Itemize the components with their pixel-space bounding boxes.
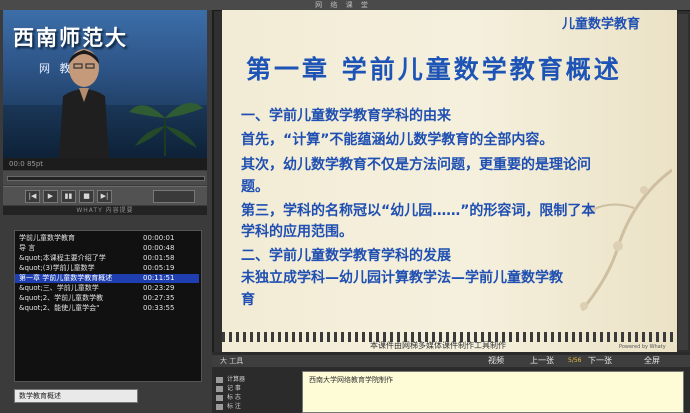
next-button[interactable]: ▶| <box>97 190 112 203</box>
volume-slider[interactable] <box>153 190 195 203</box>
list-item-title: &quot;(3)学前儿童数学 <box>19 264 95 272</box>
slide-line: 未独立成学科—幼儿园计算教学法—学前儿童数学教 <box>241 270 563 286</box>
slide-line: 学科的应用范围。 <box>241 224 353 240</box>
slide-line: 第三，学科的名称冠以“幼儿园……”的形容词，限制了本 <box>241 203 596 219</box>
tool-buttons: 计算器 记 事 标 志 标 注 <box>216 372 290 410</box>
stop-button[interactable]: ■ <box>79 190 94 203</box>
slide-line: 首先，“计算”不能蕴涵幼儿数学教育的全部内容。 <box>241 132 554 148</box>
list-item-time: 00:00:01 <box>143 234 175 242</box>
list-item-title: 导 言 <box>19 244 36 252</box>
list-item[interactable]: 学前儿童数学教育 00:00:01 <box>15 234 199 243</box>
calculator-label: 计算器 <box>227 376 246 383</box>
list-item-title: 学前儿童数学教育 <box>19 234 75 242</box>
annotate-label: 标 注 <box>227 403 241 410</box>
list-item[interactable]: 导 言 00:00:48 <box>15 244 199 253</box>
list-item-title: &quot;2、学前儿童数学教 <box>19 294 104 302</box>
list-item-time: 00:01:58 <box>143 254 175 262</box>
annotate-button[interactable]: 标 注 <box>216 403 286 411</box>
notes-button[interactable]: 记 事 <box>216 385 286 393</box>
presenter-image <box>59 49 109 158</box>
note-box[interactable]: 西南大学网络教育学院制作 <box>302 371 684 413</box>
playback-controls: |◀ ▶ ▮▮ ■ ▶| <box>3 186 207 205</box>
bottom-toolbar: 大 工具 视频 上一张 5/56 下一张 全屏 <box>212 355 690 367</box>
notes-icon <box>216 385 223 392</box>
section-field-text: 数学教育概述 <box>19 392 61 400</box>
play-button[interactable]: ▶ <box>43 190 58 203</box>
annotate-icon <box>216 403 223 410</box>
slide: 儿童数学教育 第一章 学前儿童数学教育概述 一、学前儿童数学教育学科的由来 首先… <box>222 10 677 352</box>
section-field[interactable]: 数学教育概述 <box>14 389 138 403</box>
video-player[interactable]: 西南师范大 网 教育学 <box>3 10 207 158</box>
list-item-title: 第一章 学前儿童数学教育概述 <box>19 274 113 282</box>
contents-list: 学前儿童数学教育 00:00:01 导 言 00:00:48 &quot;本课程… <box>14 230 202 382</box>
video-status-text: 00:0 85pt <box>9 160 44 168</box>
list-item[interactable]: &quot;2、学前儿童数学教 00:27:35 <box>15 294 199 303</box>
slide-line: 一、学前儿童数学教育学科的由来 <box>241 108 451 124</box>
list-item[interactable]: &quot;2、能使儿童学会“ 00:33:55 <box>15 304 199 313</box>
plant-image <box>129 102 203 156</box>
tools-label: 大 工具 <box>220 357 244 365</box>
prev-slide-button[interactable]: 上一张 <box>530 355 554 367</box>
list-item-title: &quot;三、学前儿童数学 <box>19 284 99 292</box>
window-title: 网 络 课 堂 <box>315 1 371 9</box>
slide-title: 第一章 学前儿童数学教育概述 <box>246 55 622 84</box>
video-status: 00:0 85pt <box>3 158 207 170</box>
list-item[interactable]: &quot;本课程主要介绍了学 00:01:58 <box>15 254 199 263</box>
list-item-time: 00:33:55 <box>143 304 175 312</box>
slide-corner-label: 儿童数学教育 <box>562 17 641 32</box>
pause-button[interactable]: ▮▮ <box>61 190 76 203</box>
previous-button[interactable]: |◀ <box>25 190 40 203</box>
list-item-title: &quot;本课程主要介绍了学 <box>19 254 106 262</box>
slide-line: 二、学前儿童数学教育学科的发展 <box>241 248 451 264</box>
note-text: 西南大学网络教育学院制作 <box>309 376 393 384</box>
slide-footer: 本课件由网梯多媒体课件制作工具制作 <box>370 341 506 350</box>
notes-label: 记 事 <box>227 385 241 392</box>
fullscreen-button[interactable]: 全屏 <box>644 355 660 367</box>
list-item-time: 00:05:19 <box>143 264 175 272</box>
mark-button[interactable]: 标 志 <box>216 394 286 402</box>
list-item[interactable]: &quot;(3)学前儿童数学 00:05:19 <box>15 264 199 273</box>
calculator-icon <box>216 376 223 383</box>
slide-line: 育 <box>241 292 255 308</box>
list-item-time: 00:00:48 <box>143 244 175 252</box>
mark-icon <box>216 394 223 401</box>
slide-line: 其次，幼儿数学教育不仅是方法问题，更重要的是理论问 <box>241 157 591 173</box>
list-item-selected[interactable]: 第一章 学前儿童数学教育概述 00:11:51 <box>15 274 199 283</box>
page-indicator: 5/56 <box>568 357 582 364</box>
seek-track[interactable] <box>7 176 205 181</box>
list-item-time: 00:23:29 <box>143 284 175 292</box>
list-item-time: 00:27:35 <box>143 294 175 302</box>
list-item-time: 00:11:51 <box>143 274 175 282</box>
seek-bar[interactable] <box>3 171 207 185</box>
calculator-button[interactable]: 计算器 <box>216 376 286 384</box>
slide-line: 题。 <box>241 179 269 195</box>
mark-label: 标 志 <box>227 394 241 401</box>
next-slide-button[interactable]: 下一张 <box>588 355 612 367</box>
list-item[interactable]: &quot;三、学前儿童数学 00:23:29 <box>15 284 199 293</box>
right-scrollbar[interactable] <box>678 14 688 350</box>
list-item-title: &quot;2、能使儿童学会“ <box>19 304 100 312</box>
contents-title: WHATY 内容提要 <box>3 206 207 215</box>
video-toggle[interactable]: 视频 <box>488 355 504 367</box>
